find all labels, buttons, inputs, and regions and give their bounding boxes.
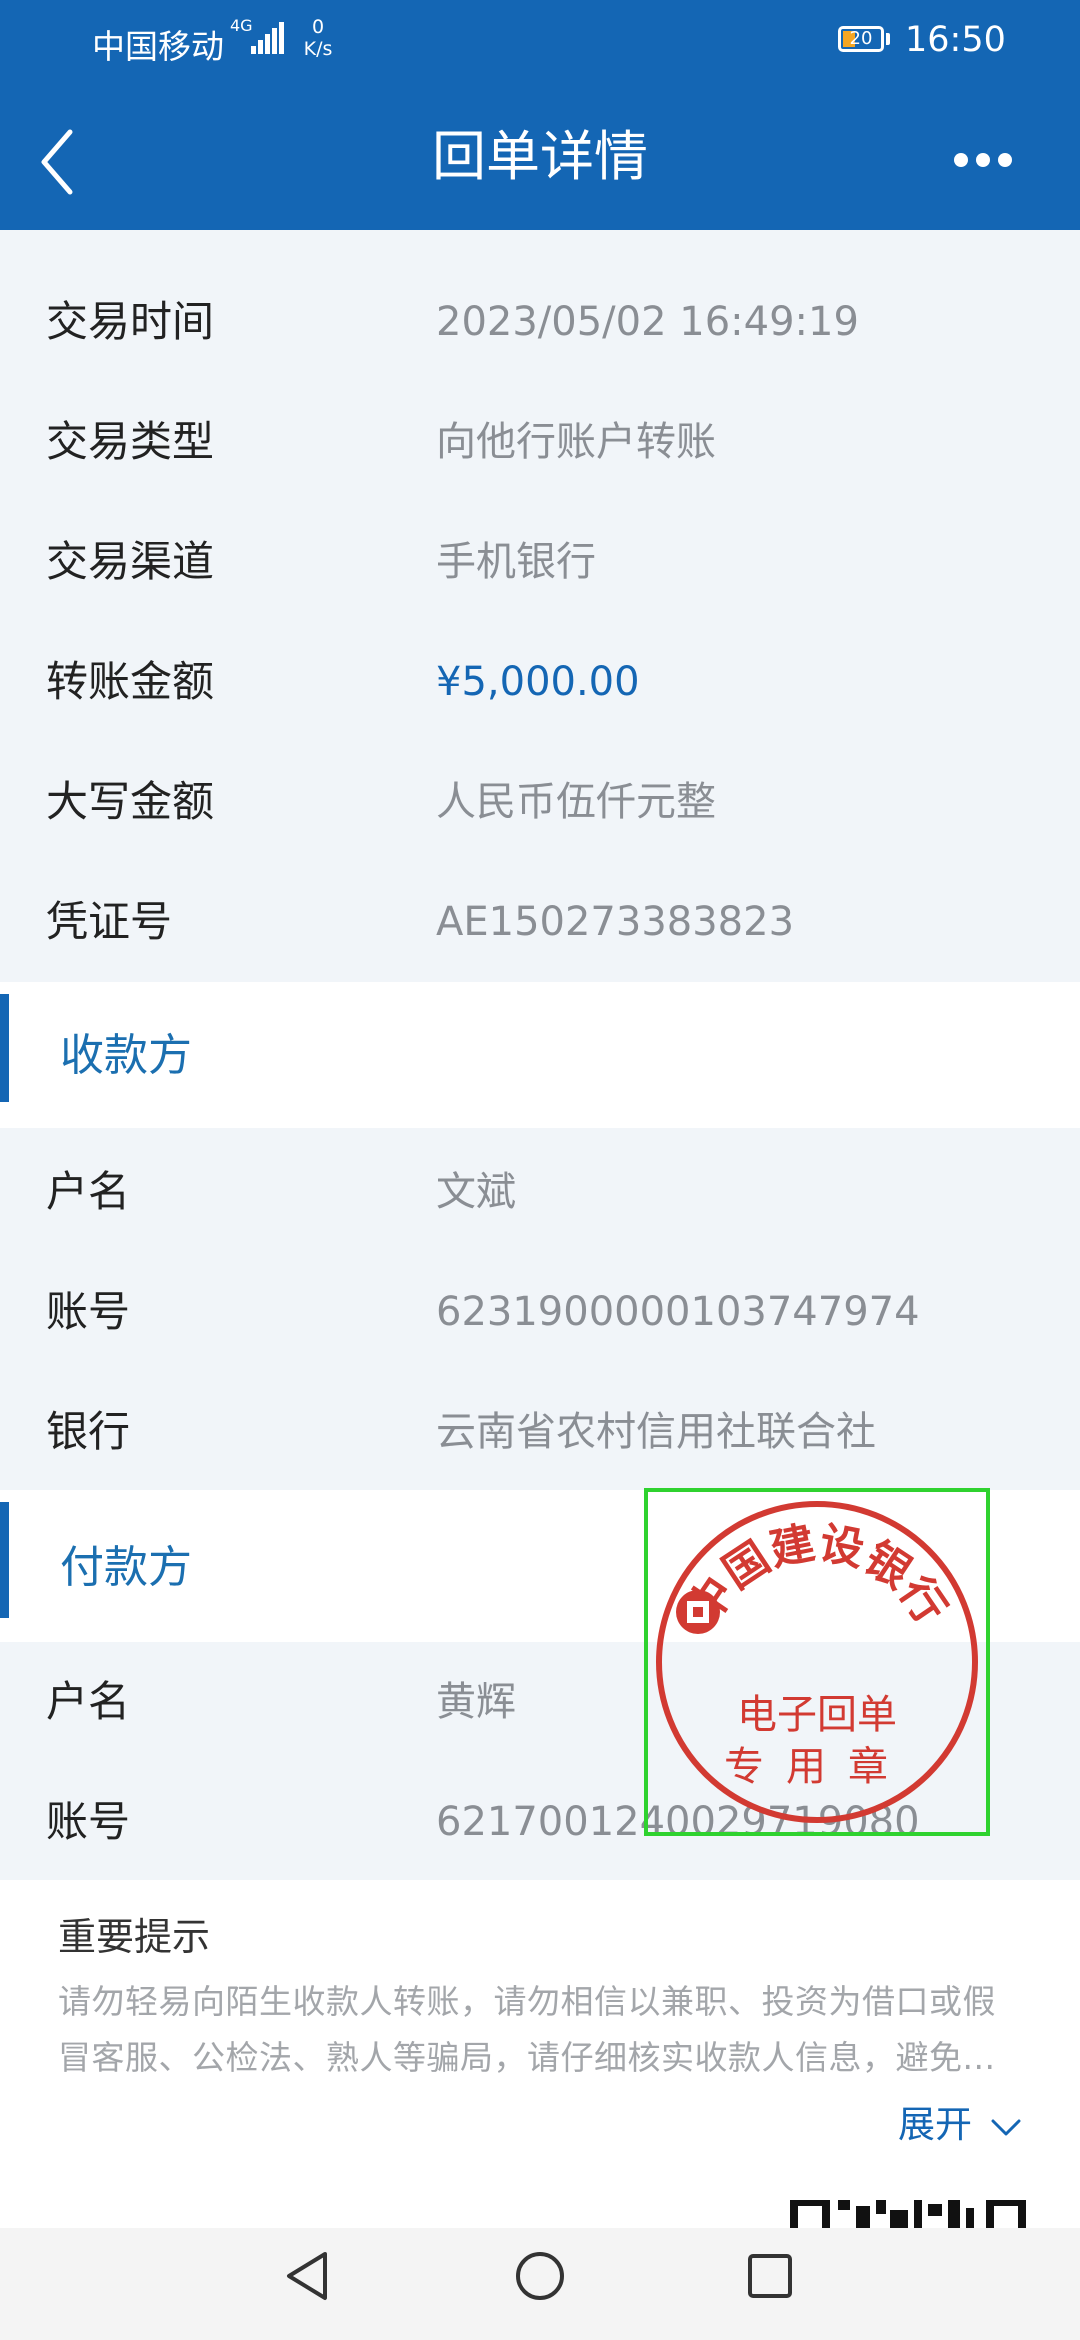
section-title: 付款方: [60, 1542, 192, 1593]
payee-row-name: 户名 文斌: [0, 1132, 1080, 1252]
more-dots-icon[interactable]: [950, 132, 1016, 182]
detail-value: 手机银行: [436, 539, 596, 585]
payee-section-header: 收款方: [0, 982, 1080, 1128]
battery-icon: 20: [838, 26, 884, 52]
network-speed: 0 K/s: [303, 16, 333, 60]
detail-row-channel: 交易渠道 手机银行: [0, 502, 1080, 622]
square-recent-icon[interactable]: [746, 2252, 794, 2300]
signal-icon: [251, 22, 285, 54]
page-title: 回单详情: [432, 125, 648, 188]
payee-row-account: 账号 6231900000103747974: [0, 1252, 1080, 1372]
notice-text: 请勿轻易向陌生收款人转账，请勿相信以兼职、投资为借口或假冒客服、公检法、熟人等骗…: [58, 1982, 996, 2077]
detail-value: 2023/05/02 16:49:19: [436, 299, 859, 345]
triangle-back-icon[interactable]: [283, 2250, 331, 2302]
detail-row-time: 交易时间 2023/05/02 16:49:19: [0, 262, 1080, 382]
detail-value: AE150273383823: [436, 899, 795, 945]
detail-label: 交易时间: [46, 297, 215, 346]
status-bar: 中国移动 4G 0 K/s 20 16:50: [0, 0, 1080, 84]
detail-label: 账号: [46, 1287, 131, 1336]
circle-home-icon[interactable]: [514, 2250, 566, 2302]
expand-button[interactable]: 展开: [898, 2100, 972, 2150]
app-header: 回单详情: [0, 84, 1080, 230]
detail-row-amount-words: 大写金额 人民币伍仟元整: [0, 742, 1080, 862]
detail-value: 向他行账户转账: [436, 419, 716, 465]
qr-code-icon: [790, 2196, 1030, 2228]
detail-label: 银行: [46, 1407, 131, 1456]
payee-row-bank: 银行 云南省农村信用社联合社: [0, 1372, 1080, 1492]
ccb-logo-icon: [676, 1590, 720, 1634]
detail-value: 6231900000103747974: [436, 1289, 920, 1335]
detail-value: 文斌: [436, 1169, 516, 1215]
detail-label: 凭证号: [46, 897, 173, 946]
notice-title: 重要提示: [58, 1915, 211, 1959]
system-nav-bar: [0, 2228, 1080, 2340]
detail-value: 人民币伍仟元整: [436, 779, 716, 825]
detail-label: 交易渠道: [46, 537, 215, 586]
network-type-label: 4G: [230, 16, 253, 35]
detail-label: 户名: [46, 1167, 131, 1216]
detail-label: 账号: [46, 1797, 131, 1846]
detail-row-type: 交易类型 向他行账户转账: [0, 382, 1080, 502]
chevron-down-icon[interactable]: [990, 2116, 1022, 2140]
battery-level: 20: [849, 28, 873, 49]
stamp-line2: 专用章: [724, 1744, 910, 1790]
detail-label: 交易类型: [46, 417, 215, 466]
detail-value: 黄辉: [436, 1679, 516, 1725]
important-notice: 重要提示 请勿轻易向陌生收款人转账，请勿相信以兼职、投资为借口或假冒客服、公检法…: [0, 1880, 1080, 2228]
detail-label: 户名: [46, 1677, 131, 1726]
detail-row-amount: 转账金额 ¥5,000.00: [0, 622, 1080, 742]
carrier-label: 中国移动: [92, 27, 224, 66]
amount-value: ¥5,000.00: [436, 659, 640, 705]
detail-value: 云南省农村信用社联合社: [436, 1409, 876, 1455]
detail-label: 转账金额: [46, 657, 215, 706]
stamp-line1: 电子回单: [737, 1692, 897, 1738]
section-title: 收款方: [60, 1030, 192, 1081]
bank-stamp: 中国建设银行 电子回单 专用章: [656, 1501, 978, 1823]
detail-label: 大写金额: [46, 777, 215, 826]
detail-row-voucher: 凭证号 AE150273383823: [0, 862, 1080, 982]
clock: 16:50: [905, 20, 1006, 60]
